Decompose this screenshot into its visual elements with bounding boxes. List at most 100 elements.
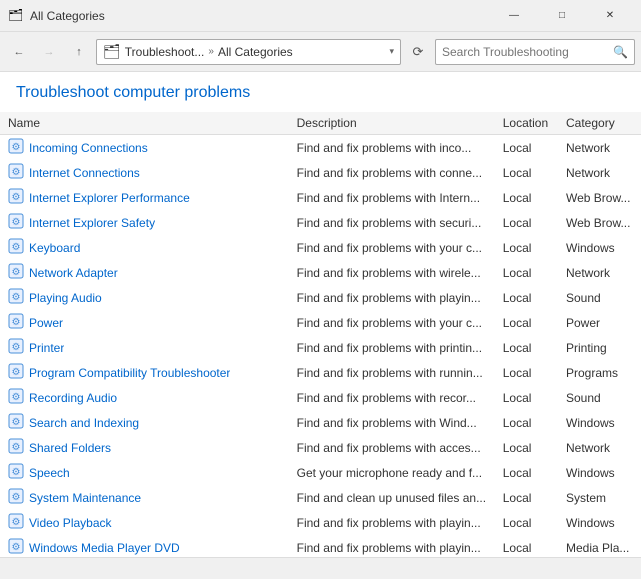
cell-name: ⚙Printer — [0, 335, 289, 360]
cell-category: Sound — [558, 285, 641, 310]
cell-location: Local — [495, 185, 558, 210]
forward-button[interactable]: → — [36, 39, 62, 65]
cell-desc: Find and fix problems with playin... — [289, 510, 495, 535]
table-row[interactable]: ⚙Internet Explorer PerformanceFind and f… — [0, 185, 641, 210]
cell-location: Local — [495, 285, 558, 310]
table-row[interactable]: ⚙Windows Media Player DVDFind and fix pr… — [0, 535, 641, 557]
row-name-text: Printer — [29, 341, 64, 355]
table-row[interactable]: ⚙Internet ConnectionsFind and fix proble… — [0, 160, 641, 185]
close-button[interactable]: ✕ — [587, 0, 633, 32]
cell-desc: Find and fix problems with runnin... — [289, 360, 495, 385]
search-icon: 🔍 — [613, 45, 628, 59]
cell-category: Programs — [558, 360, 641, 385]
col-header-category[interactable]: Category — [558, 112, 641, 135]
cell-location: Local — [495, 335, 558, 360]
up-button[interactable]: ↑ — [66, 39, 92, 65]
col-header-desc[interactable]: Description — [289, 112, 495, 135]
row-icon: ⚙ — [8, 288, 24, 307]
table-row[interactable]: ⚙SpeechGet your microphone ready and f..… — [0, 460, 641, 485]
cell-category: Printing — [558, 335, 641, 360]
row-name-text: Internet Connections — [29, 166, 140, 180]
breadcrumb-part1: Troubleshoot... — [125, 45, 205, 59]
breadcrumb-part2: All Categories — [218, 45, 293, 59]
cell-desc: Find and fix problems with inco... — [289, 135, 495, 161]
row-name-text: Power — [29, 316, 63, 330]
window-title: All Categories — [30, 9, 105, 23]
cell-category: Web Brow... — [558, 210, 641, 235]
table-row[interactable]: ⚙Program Compatibility TroubleshooterFin… — [0, 360, 641, 385]
svg-text:⚙: ⚙ — [12, 192, 21, 203]
cell-category: Network — [558, 135, 641, 161]
table-row[interactable]: ⚙PrinterFind and fix problems with print… — [0, 335, 641, 360]
cell-location: Local — [495, 260, 558, 285]
table-body: ⚙Incoming ConnectionsFind and fix proble… — [0, 135, 641, 558]
cell-desc: Find and fix problems with playin... — [289, 285, 495, 310]
cell-category: Network — [558, 435, 641, 460]
row-icon: ⚙ — [8, 513, 24, 532]
cell-desc: Find and clean up unused files an... — [289, 485, 495, 510]
cell-location: Local — [495, 135, 558, 161]
cell-name: ⚙Internet Explorer Safety — [0, 210, 289, 235]
cell-name: ⚙ Power — [0, 310, 289, 335]
cell-name: ⚙Speech — [0, 460, 289, 485]
status-bar — [0, 557, 641, 579]
table-row[interactable]: ⚙ Search and Indexing Find and fix problem… — [0, 410, 641, 435]
page-title: Troubleshoot computer problems — [0, 72, 641, 112]
cell-name: ⚙System Maintenance — [0, 485, 289, 510]
row-icon: ⚙ — [8, 463, 24, 482]
cell-location: Local — [495, 485, 558, 510]
row-name-text: Recording Audio — [29, 391, 117, 405]
col-header-name[interactable]: Name — [0, 112, 289, 135]
cell-desc: Find and fix problems with Wind... — [289, 410, 495, 435]
main-content: Troubleshoot computer problems Name Desc… — [0, 72, 641, 557]
table-row[interactable]: ⚙ Video Playback Find and fix problems wit… — [0, 510, 641, 535]
row-name-text: Search and Indexing — [29, 416, 139, 430]
svg-text:⚙: ⚙ — [12, 517, 21, 528]
row-icon: ⚙ — [8, 313, 24, 332]
cell-name: ⚙Recording Audio — [0, 385, 289, 410]
minimize-button[interactable]: — — [491, 0, 537, 32]
col-header-location[interactable]: Location — [495, 112, 558, 135]
table-row[interactable]: ⚙Recording AudioFind and fix problems wi… — [0, 385, 641, 410]
row-name-text: Internet Explorer Safety — [29, 216, 155, 230]
cell-location: Local — [495, 510, 558, 535]
cell-location: Local — [495, 360, 558, 385]
row-icon: ⚙ — [8, 413, 24, 432]
cell-desc: Find and fix problems with your c... — [289, 235, 495, 260]
svg-text:⚙: ⚙ — [12, 167, 21, 178]
breadcrumb-dropdown[interactable]: ▾ — [389, 46, 394, 57]
cell-name: ⚙ Video Playback — [0, 510, 289, 535]
cell-name: ⚙Windows Media Player DVD — [0, 535, 289, 557]
table-row[interactable]: ⚙Shared FoldersFind and fix problems wit… — [0, 435, 641, 460]
search-box[interactable]: 🔍 — [435, 39, 635, 65]
table-row[interactable]: ⚙PowerFind and fix problems with your c.… — [0, 310, 641, 335]
breadcrumb-separator: » — [208, 46, 214, 57]
table-row[interactable]: ⚙Playing AudioFind and fix problems with… — [0, 285, 641, 310]
table-row[interactable]: ⚙System MaintenanceFind and clean up unu… — [0, 485, 641, 510]
cell-category: Power — [558, 310, 641, 335]
cell-location: Local — [495, 385, 558, 410]
cell-category: System — [558, 485, 641, 510]
back-button[interactable]: ← — [6, 39, 32, 65]
table-row[interactable]: ⚙Incoming ConnectionsFind and fix proble… — [0, 135, 641, 161]
maximize-button[interactable]: □ — [539, 0, 585, 32]
table-row[interactable]: ⚙Network AdapterFind and fix problems wi… — [0, 260, 641, 285]
cell-desc: Find and fix problems with recor... — [289, 385, 495, 410]
cell-category: Network — [558, 260, 641, 285]
row-icon: ⚙ — [8, 538, 24, 557]
cell-location: Local — [495, 410, 558, 435]
cell-location: Local — [495, 460, 558, 485]
cell-category: Network — [558, 160, 641, 185]
cell-desc: Find and fix problems with Intern... — [289, 185, 495, 210]
cell-name: ⚙Internet Explorer Performance — [0, 185, 289, 210]
cell-desc: Find and fix problems with printin... — [289, 335, 495, 360]
refresh-button[interactable]: ⟳ — [405, 39, 431, 65]
address-box[interactable]: 🗂 Troubleshoot... » All Categories ▾ — [96, 39, 401, 65]
table-row[interactable]: ⚙Internet Explorer SafetyFind and fix pr… — [0, 210, 641, 235]
search-input[interactable] — [442, 45, 609, 59]
row-icon: ⚙ — [8, 138, 24, 157]
table-row[interactable]: ⚙KeyboardFind and fix problems with your… — [0, 235, 641, 260]
row-icon: ⚙ — [8, 238, 24, 257]
row-name-text: Video Playback — [29, 516, 112, 530]
row-icon: ⚙ — [8, 163, 24, 182]
